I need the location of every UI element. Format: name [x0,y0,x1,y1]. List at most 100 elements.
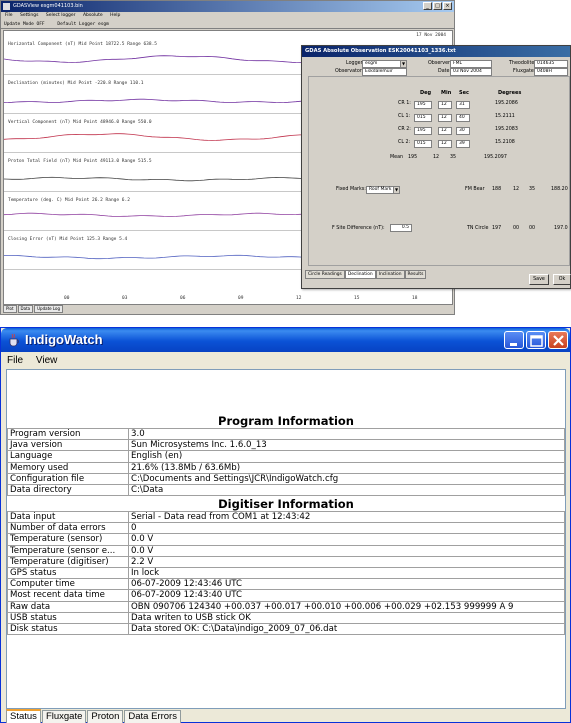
reading-label: CL 1: [398,114,411,119]
default-logger: Default Logger esgm [57,22,109,27]
tn-circle-deg: 197 [492,226,502,231]
row-value: In lock [128,566,565,580]
x-tick-label: 12 [296,296,302,301]
chevron-down-icon: ▼ [400,61,406,67]
reading-sec-field[interactable]: 31 [456,101,470,109]
row-key: Disk status [7,622,129,636]
close-button[interactable] [548,331,568,349]
tab-circle-readings[interactable]: Circle Readings [305,270,345,279]
menu-file[interactable]: File [7,355,23,366]
tab-data[interactable]: Data [17,305,34,313]
table-row: Raw data OBN 090706 124340 +00.037 +00.01… [7,600,565,613]
tab-results[interactable]: Results [404,270,427,279]
reading-deg-field[interactable]: 195 [414,101,432,109]
fluxgate-field[interactable]: 0408H [534,68,568,76]
reading-degrees: 15.2111 [495,114,515,119]
reading-sec-field[interactable]: 40 [456,114,470,122]
x-tick-label: 00 [64,296,70,301]
observer-label: Observer: [428,61,452,66]
menu-file[interactable]: File [5,13,13,18]
row-value: English (en) [128,450,565,463]
mean-min: 12 [433,155,440,160]
reading-sec-field[interactable]: 39 [456,140,470,148]
indigowatch-window: IndigoWatch File View Program Informatio… [0,327,571,723]
minimize-icon[interactable]: _ [423,2,432,10]
tab-plot[interactable]: Plot [3,305,17,313]
table-row: Computer time 06-07-2009 12:43:46 UTC [7,578,565,591]
f-site-difference-field[interactable]: 0.5 [390,224,412,232]
fluxgate-label: Fluxgate: [513,69,536,74]
row-value: 0 [128,522,565,535]
tn-circle-min: 00 [513,226,520,231]
fm-bear-sec: 35 [529,187,536,192]
reading-deg-field[interactable]: 195 [414,127,432,135]
table-row: Data directory C:\Data [7,483,565,497]
tn-circle-degrees: 197.0 [554,226,568,231]
row-key: GPS status [7,566,129,580]
update-mode[interactable]: Update Mode OFF [4,22,45,27]
theodolite-field[interactable]: 014635 [534,60,568,68]
row-value: C:\Data [128,483,565,497]
row-key: Program version [7,427,129,441]
maximize-icon[interactable]: □ [433,2,442,10]
menu-settings[interactable]: Settings [20,13,38,18]
table-row: Configuration file C:\Documents and Setti… [7,472,565,485]
menu-view[interactable]: View [36,355,58,366]
row-value: Data writen to USB stick OK [128,611,565,624]
observatory-field[interactable]: Eskdalemuir [362,68,407,76]
tab-status[interactable]: Status [6,709,41,723]
gdas-menubar: File Settings Select logger Absolute Hel… [1,12,454,20]
close-icon [553,335,564,346]
menu-help[interactable]: Help [110,13,120,18]
x-tick-label: 03 [122,296,128,301]
gdas-titlebar: GDASView esgm041103.bin _ □ × [1,1,454,12]
row-value: Sun Microsystems Inc. 1.6.0_13 [128,439,565,452]
reading-min-field[interactable]: 12 [438,140,452,148]
tab-data-errors[interactable]: Data Errors [124,710,181,723]
tab-fluxgate[interactable]: Fluxgate [41,710,87,723]
digitiser-information-title: Digitiser Information [218,497,354,511]
save-button[interactable]: Save [529,274,549,285]
logger-select[interactable]: esgm ▼ [362,60,407,68]
table-row: Program version 3.0 [7,427,565,441]
maximize-button[interactable] [526,331,546,349]
x-tick-label: 15 [354,296,360,301]
reading-sec-field[interactable]: 30 [456,127,470,135]
header-min: Min [441,90,452,96]
reading-label: CL 2: [398,140,411,145]
table-row: USB status Data writen to USB stick OK [7,611,565,624]
menu-select-logger[interactable]: Select logger [46,13,76,18]
table-row: Data input Serial - Data read from COM1 a… [7,510,565,524]
reading-deg-field[interactable]: 015 [414,114,432,122]
reading-min-field[interactable]: 12 [438,101,452,109]
absolute-observation-dialog: GDAS Absolute Observation ESK20041103_13… [301,45,571,289]
ok-button[interactable]: Ok [553,274,571,285]
row-value: OBN 090706 124340 +00.037 +00.017 +00.01… [128,600,565,613]
date-field[interactable]: 03 Nov 2004 [450,68,492,76]
table-row: Most recent data time 06-07-2009 12:43:40… [7,589,565,602]
logger-value: esgm [365,61,378,66]
x-tick-label: 18 [412,296,418,301]
close-icon[interactable]: × [443,2,452,10]
status-panel: Program Information Program version 3.0 Ja… [6,369,566,709]
row-key: Data input [7,510,129,524]
row-key: Computer time [7,578,129,591]
fixed-marks-select[interactable]: Roof Mark ▼ [366,186,400,194]
mean-deg: 195 [408,155,418,160]
reading-min-field[interactable]: 12 [438,114,452,122]
minimize-button[interactable] [504,331,524,349]
reading-min-field[interactable]: 12 [438,127,452,135]
row-key: Raw data [7,600,129,613]
menu-absolute[interactable]: Absolute [83,13,103,18]
reading-deg-field[interactable]: 015 [414,140,432,148]
table-row: Disk status Data stored OK: C:\Data\indig… [7,622,565,636]
tab-inclination[interactable]: Inclination [375,270,405,279]
fm-bear-label: FM Bear [465,187,485,192]
tab-declination[interactable]: Declination [344,270,376,279]
tab-update-log[interactable]: Update Log [34,305,64,313]
table-row: Java version Sun Microsystems Inc. 1.6.0_… [7,439,565,452]
observer-field[interactable]: FML [450,60,492,68]
row-value: 06-07-2009 12:43:40 UTC [128,589,565,602]
tab-proton[interactable]: Proton [87,710,124,723]
reading-label: CR 1: [398,101,411,106]
